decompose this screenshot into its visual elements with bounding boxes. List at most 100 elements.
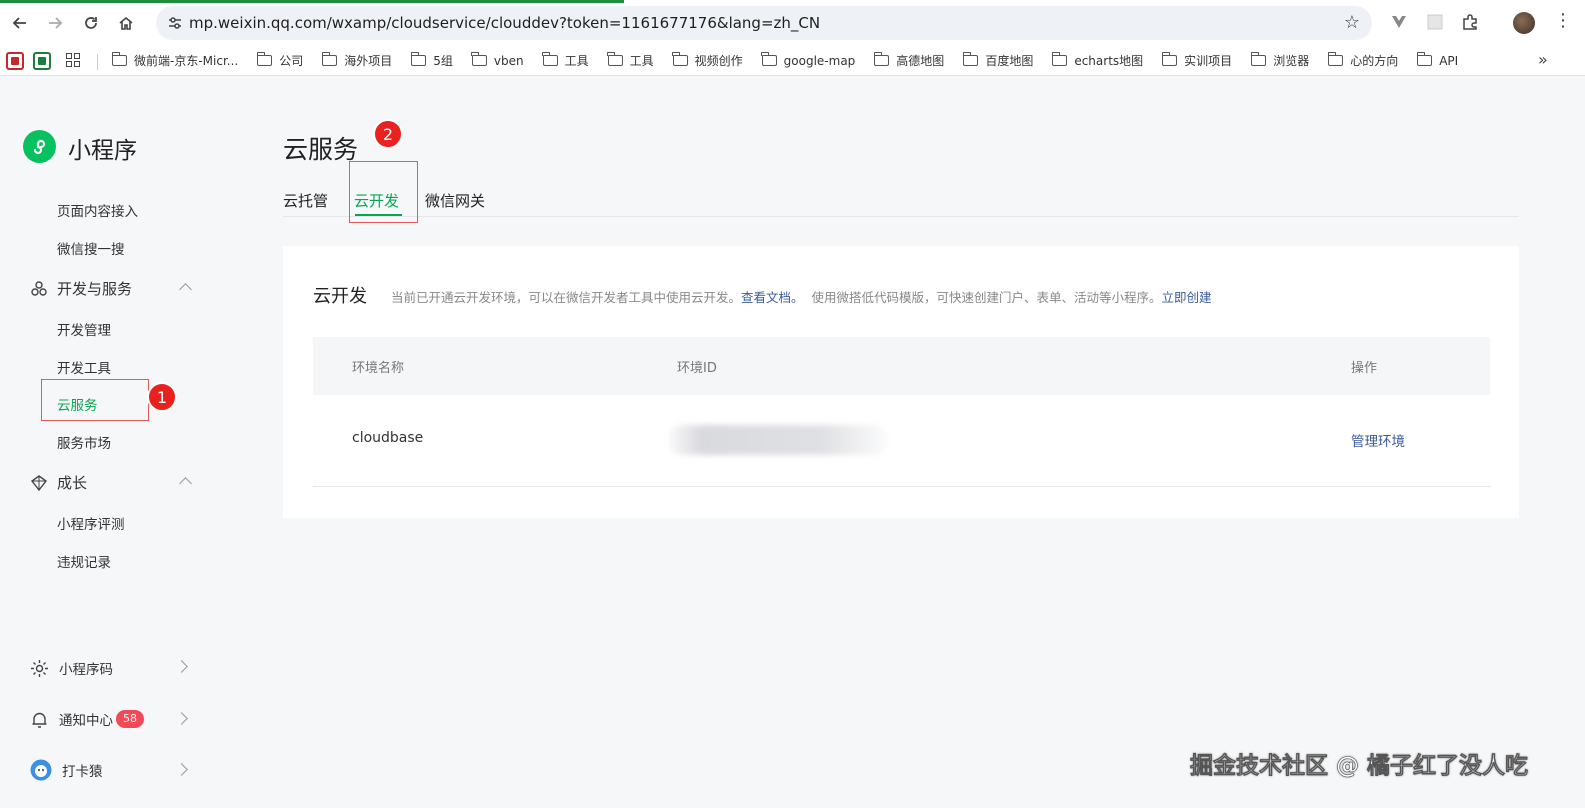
- cloud-dev-card: 云开发 当前已开通云开发环境，可以在微信开发者工具中使用云开发。查看文档。 使用…: [283, 246, 1519, 518]
- notice-count-badge: 58: [116, 710, 144, 728]
- forward-arrow-icon[interactable]: [44, 12, 66, 34]
- extension-placeholder-icon[interactable]: [1426, 13, 1444, 31]
- bookmarks-bar: 微前端-京东-Micr... 公司 海外项目 5组 vben 工具 工具 视频创…: [0, 46, 1585, 76]
- folder-icon: [962, 52, 979, 66]
- manage-env-link[interactable]: 管理环境: [1351, 430, 1405, 450]
- annotation-number-1: 1: [147, 382, 177, 412]
- bookmark-folder[interactable]: 心的方向: [1327, 52, 1398, 69]
- tab-cloud-hosting[interactable]: 云托管: [283, 190, 328, 211]
- red-extension-icon[interactable]: [6, 52, 24, 70]
- folder-icon: [672, 52, 688, 66]
- sidebar-group-dev[interactable]: 开发与服务: [30, 278, 132, 299]
- profile-avatar[interactable]: [1513, 12, 1535, 34]
- folder-icon: [873, 52, 890, 66]
- sidebar-group-growth[interactable]: 成长: [30, 472, 87, 493]
- extensions-puzzle-icon[interactable]: [1461, 13, 1479, 31]
- chevron-up-icon[interactable]: [179, 477, 192, 490]
- home-icon[interactable]: [115, 12, 137, 34]
- sun-qrcode-icon: [31, 659, 48, 677]
- sidebar-group-label: 开发与服务: [57, 280, 133, 298]
- bookmarks-overflow-icon[interactable]: »: [1538, 50, 1548, 69]
- chevron-right-icon[interactable]: [175, 712, 188, 725]
- bookmark-divider: [97, 54, 98, 70]
- address-bar[interactable]: mp.weixin.qq.com/wxamp/cloudservice/clou…: [156, 6, 1372, 40]
- bookmark-folder[interactable]: 实训项目: [1161, 52, 1232, 69]
- chevron-up-icon[interactable]: [179, 283, 192, 296]
- bookmark-folder[interactable]: 高德地图: [873, 52, 944, 69]
- bookmark-folder[interactable]: 公司: [256, 52, 303, 69]
- folder-icon: [1416, 52, 1433, 66]
- user-avatar: [30, 759, 52, 781]
- sidebar-item-wechat-search[interactable]: 微信搜一搜: [57, 238, 125, 258]
- sidebar-item-dev-management[interactable]: 开发管理: [57, 319, 111, 339]
- url-text[interactable]: mp.weixin.qq.com/wxamp/cloudservice/clou…: [189, 14, 820, 32]
- bookmark-folder[interactable]: echarts地图: [1051, 52, 1143, 69]
- tab-wechat-gateway[interactable]: 微信网关: [425, 190, 485, 211]
- watermark: 掘金技术社区 @ 橘子红了没人吃: [1190, 753, 1529, 780]
- folder-icon: [761, 52, 777, 66]
- folder-icon: [1327, 52, 1344, 66]
- folder-icon: [111, 52, 127, 66]
- sidebar-item-violations[interactable]: 违规记录: [57, 551, 111, 571]
- bookmark-folder[interactable]: vben: [471, 52, 524, 69]
- sidebar-group-label: 成长: [57, 474, 88, 492]
- bookmark-folder[interactable]: 微前端-京东-Micr...: [111, 52, 238, 69]
- bookmark-folder[interactable]: 百度地图: [962, 52, 1033, 69]
- bookmark-star-icon[interactable]: ☆: [1344, 12, 1360, 33]
- folder-icon: [607, 52, 623, 66]
- bell-icon: [32, 712, 47, 728]
- folder-icon: [1051, 52, 1068, 66]
- bookmark-folder[interactable]: google-map: [761, 52, 855, 69]
- browser-menu-icon[interactable]: ⋮: [1554, 10, 1572, 31]
- bookmark-folder[interactable]: 视频创作: [672, 52, 743, 69]
- sidebar-item-dev-tools[interactable]: 开发工具: [57, 357, 111, 377]
- site-settings-icon[interactable]: [166, 14, 184, 32]
- miniprogram-logo-icon: [23, 130, 56, 163]
- folder-icon: [471, 52, 487, 66]
- env-name-cell: cloudbase: [352, 430, 424, 446]
- sidebar-item-evaluation[interactable]: 小程序评测: [57, 513, 125, 533]
- annotation-number-2: 2: [373, 119, 403, 149]
- page-load-progress: [0, 0, 624, 3]
- chevron-right-icon[interactable]: [175, 763, 188, 776]
- folder-icon: [1161, 52, 1178, 66]
- growth-icon: [30, 474, 48, 491]
- back-arrow-icon[interactable]: [9, 12, 31, 34]
- bookmark-folder[interactable]: API: [1416, 52, 1458, 69]
- table-header: 环境名称 环境ID 操作: [313, 337, 1490, 395]
- sidebar-qrcode[interactable]: 小程序码: [30, 658, 113, 678]
- bookmark-folder[interactable]: 工具: [607, 52, 654, 69]
- bookmark-folder[interactable]: 5组: [410, 52, 453, 69]
- user-name: 打卡猿: [62, 764, 103, 780]
- green-extension-icon[interactable]: [33, 52, 51, 70]
- apps-grid-icon[interactable]: [66, 53, 80, 67]
- redacted-env-id: [668, 425, 888, 455]
- bookmark-folder[interactable]: 海外项目: [321, 52, 392, 69]
- bookmark-folder[interactable]: 工具: [542, 52, 589, 69]
- sidebar-item-page-content[interactable]: 页面内容接入: [57, 200, 138, 220]
- sidebar-notice[interactable]: 通知中心 58: [30, 709, 144, 729]
- create-now-link[interactable]: 立即创建: [1162, 290, 1212, 305]
- view-docs-link[interactable]: 查看文档。: [741, 290, 804, 305]
- annotation-box-2: [349, 161, 418, 223]
- browser-toolbar: mp.weixin.qq.com/wxamp/cloudservice/clou…: [0, 0, 1585, 46]
- column-env-name: 环境名称: [352, 361, 405, 376]
- card-title: 云开发: [313, 286, 367, 307]
- reload-icon[interactable]: [80, 12, 102, 34]
- notice-label: 通知中心: [59, 713, 113, 729]
- bookmark-folder[interactable]: 浏览器: [1250, 52, 1309, 69]
- chevron-right-icon[interactable]: [175, 660, 188, 673]
- sidebar-item-service-market[interactable]: 服务市场: [57, 432, 111, 452]
- table-row: cloudbase 管理环境: [313, 395, 1490, 487]
- sidebar-user[interactable]: 打卡猿: [30, 759, 103, 781]
- folder-icon: [256, 52, 273, 66]
- vue-extension-icon[interactable]: [1390, 13, 1408, 31]
- app-name[interactable]: 小程序: [68, 131, 137, 165]
- tab-bar: 云托管 云开发 微信网关: [283, 188, 1519, 217]
- folder-icon: [1250, 52, 1267, 66]
- page-title: 云服务: [283, 135, 359, 164]
- folder-icon: [542, 52, 558, 66]
- folder-icon: [321, 52, 338, 66]
- annotation-box-1: [41, 379, 149, 421]
- card-description: 当前已开通云开发环境，可以在微信开发者工具中使用云开发。查看文档。 使用微搭低代…: [391, 290, 1212, 305]
